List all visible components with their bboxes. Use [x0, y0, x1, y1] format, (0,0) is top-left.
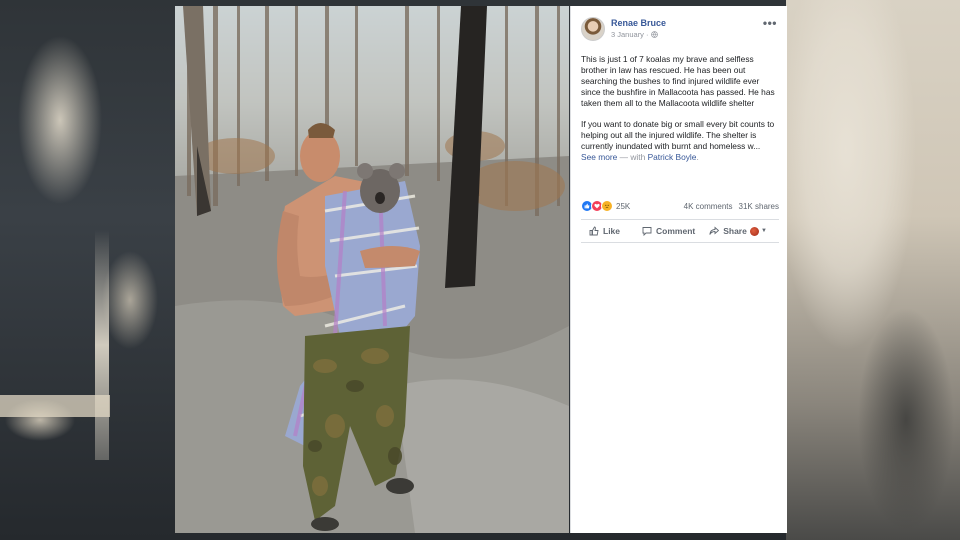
avatar[interactable]	[581, 17, 605, 41]
reactions-summary[interactable]: 25K	[581, 200, 630, 212]
sad-reaction-icon	[601, 200, 613, 212]
facebook-post-card: Renae Bruce 3 January · ••• This is just…	[570, 6, 787, 533]
with-text: — with	[617, 152, 648, 162]
share-label: Share	[723, 226, 747, 236]
wall-paint-streak	[95, 230, 109, 460]
like-button[interactable]: Like	[589, 226, 620, 236]
stats-right: 4K comments 31K shares	[684, 202, 779, 211]
globe-icon	[650, 31, 658, 38]
post-photo[interactable]	[175, 6, 569, 533]
author-name[interactable]: Renae Bruce	[611, 18, 666, 28]
comment-button[interactable]: Comment	[642, 226, 695, 236]
share-icon	[709, 226, 720, 235]
post-header: Renae Bruce 3 January · •••	[581, 16, 779, 44]
tagged-suffix: .	[696, 152, 699, 162]
wall-paint-patch	[0, 395, 110, 417]
comment-label: Comment	[656, 226, 696, 236]
chevron-down-icon: ▼	[761, 228, 767, 234]
profile-avatar-icon	[750, 226, 760, 236]
post-paragraph-2: If you want to donate big or small every…	[581, 119, 779, 163]
post-actions-bar: Like Comment Share ▼	[581, 219, 779, 243]
reactions-count[interactable]: 25K	[616, 202, 630, 211]
post-date-row: 3 January ·	[611, 30, 658, 39]
comments-count[interactable]: 4K comments	[684, 202, 733, 211]
shares-count[interactable]: 31K shares	[739, 202, 779, 211]
burnt-forest-scene	[175, 6, 569, 533]
reaction-profile-selector[interactable]: ▼	[750, 226, 767, 236]
tagged-person-link[interactable]: Patrick Boyle	[648, 152, 697, 162]
post-paragraph-1: This is just 1 of 7 koalas my brave and …	[581, 54, 775, 108]
post-text: This is just 1 of 7 koalas my brave and …	[581, 54, 779, 163]
post-paragraph-2-text: If you want to donate big or small every…	[581, 119, 775, 151]
like-label: Like	[603, 226, 621, 236]
see-more-link[interactable]: See more	[581, 152, 617, 162]
post-date[interactable]: 3 January ·	[611, 30, 649, 39]
comment-icon	[642, 227, 652, 236]
post-stats: 25K 4K comments 31K shares	[581, 199, 779, 213]
more-options-icon[interactable]: •••	[763, 16, 777, 30]
wall-background-right	[786, 0, 960, 540]
share-button[interactable]: Share	[709, 226, 747, 236]
thumbs-up-icon	[589, 226, 599, 236]
